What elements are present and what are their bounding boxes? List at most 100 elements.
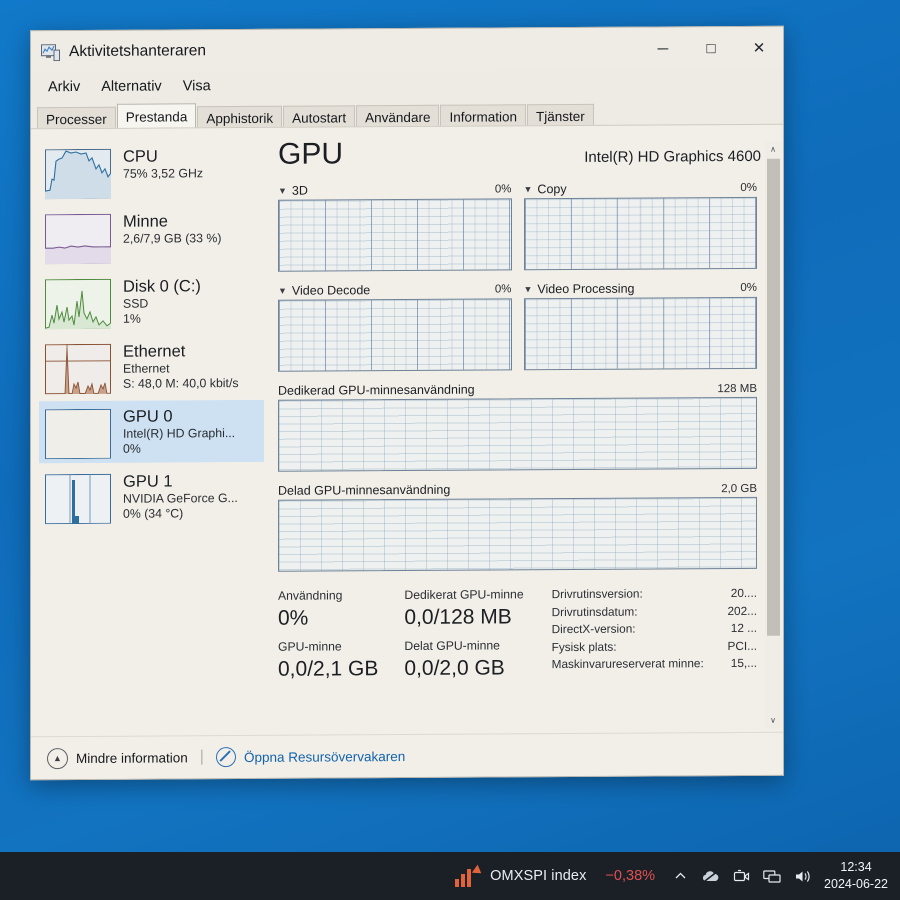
stock-ticker-icon (455, 864, 485, 887)
sidebar-item-minne-line1: 2,6/7,9 GB (33 %) (123, 231, 222, 246)
tab-apphistorik[interactable]: Apphistorik (197, 105, 283, 128)
disk-thumbnail-graph (45, 278, 111, 330)
scrollbar-thumb[interactable] (767, 158, 780, 637)
sidebar-item-ethernet[interactable]: Ethernet Ethernet S: 48,0 M: 40,0 kbit/s (39, 335, 264, 398)
tab-information[interactable]: Information (440, 104, 527, 126)
window-controls: ─ □ ✕ (639, 27, 783, 70)
engine-copy-value: 0% (740, 181, 757, 194)
memory-thumbnail-graph (45, 213, 111, 265)
sidebar-item-gpu0-line1: Intel(R) HD Graphi... (123, 426, 236, 441)
gpu-header: GPU Intel(R) HD Graphics 4600 (278, 135, 783, 172)
sysinfo-directx-key: DirectX-version: (551, 621, 636, 637)
engine-copy-header[interactable]: ▼ Copy 0% (524, 181, 758, 196)
menu-item-arkiv[interactable]: Arkiv (39, 77, 89, 97)
stat-gpu-memory-value: 0,0/2,1 GB (278, 657, 379, 681)
scroll-up-button[interactable]: ∧ (765, 141, 781, 157)
stock-ticker-name: OMXSPI index (490, 868, 587, 884)
sidebar-item-gpu1-line2: 0% (34 °C) (123, 506, 184, 521)
gpu1-thumbnail-graph (45, 473, 111, 525)
engine-video-decode-header[interactable]: ▼ Video Decode 0% (278, 282, 512, 297)
status-bar: ▲ Mindre information | Öppna Resursöverv… (31, 731, 783, 780)
task-manager-icon (41, 43, 60, 61)
clock-time: 12:34 (840, 860, 872, 875)
engine-chart-row-2: ▼ Video Decode 0% ▼ Video Processing 0% (278, 281, 757, 372)
shared-memory-header: Delad GPU-minnesanvändning 2,0 GB (278, 481, 757, 498)
sysinfo-directx-value: 12 ... (730, 620, 757, 636)
engine-video-processing-label: Video Processing (537, 281, 635, 297)
sidebar-item-disk0-text: Disk 0 (C:) SSD 1% (123, 276, 201, 326)
sysinfo-driver-date-value: 202... (727, 603, 757, 618)
engine-video-processing-graph (523, 296, 757, 371)
tab-processer[interactable]: Processer (37, 106, 116, 129)
sidebar-item-cpu[interactable]: CPU 75% 3,52 GHz (39, 140, 264, 203)
shared-memory-block: Delad GPU-minnesanvändning 2,0 GB (278, 481, 757, 572)
gpu-stats: Användning 0% GPU-minne 0,0/2,1 GB Dedik… (278, 585, 783, 690)
gpu-detail-panel: GPU Intel(R) HD Graphics 4600 ▼ 3D 0% ▼ … (264, 125, 783, 735)
sidebar-item-gpu0-text: GPU 0 Intel(R) HD Graphi... 0% (123, 406, 235, 457)
engine-3d-header[interactable]: ▼ 3D 0% (278, 182, 512, 197)
page-title: GPU (278, 137, 344, 171)
sidebar-item-ethernet-text: Ethernet Ethernet S: 48,0 M: 40,0 kbit/s (123, 341, 239, 392)
taskbar: OMXSPI index −0,38% 12:34 2024-06-22 (0, 852, 900, 900)
tab-prestanda[interactable]: Prestanda (116, 103, 197, 128)
sidebar-item-gpu1[interactable]: GPU 1 NVIDIA GeForce G... 0% (34 °C) (39, 465, 264, 528)
close-button[interactable]: ✕ (735, 27, 783, 69)
dedicated-memory-header: Dedikerad GPU-minnesanvändning 128 MB (278, 381, 757, 398)
stock-ticker-delta: −0,38% (605, 868, 656, 884)
sidebar-item-gpu1-line1: NVIDIA GeForce G... (123, 491, 238, 506)
maximize-button[interactable]: □ (687, 27, 735, 69)
chevron-down-icon[interactable]: ▼ (278, 285, 287, 295)
sidebar-item-ethernet-line2: S: 48,0 M: 40,0 kbit/s (123, 376, 239, 391)
stock-ticker-widget[interactable]: OMXSPI index −0,38% (455, 864, 656, 887)
network-icon[interactable] (763, 869, 781, 884)
title-bar: Aktivitetshanteraren ─ □ ✕ (31, 26, 783, 74)
sysinfo-row: Maskinvarureserverat minne: 15,... (552, 655, 757, 674)
sidebar-item-gpu0[interactable]: GPU 0 Intel(R) HD Graphi... 0% (39, 399, 264, 464)
gpu-model-name: Intel(R) HD Graphics 4600 (584, 147, 761, 166)
sidebar-item-cpu-text: CPU 75% 3,52 GHz (123, 146, 203, 181)
chevron-up-icon[interactable] (673, 869, 688, 884)
shared-memory-max: 2,0 GB (721, 482, 757, 496)
cloud-offline-icon[interactable] (701, 869, 720, 884)
sidebar-item-ethernet-title: Ethernet (123, 342, 186, 361)
status-bar-separator: | (199, 748, 204, 766)
chevron-down-icon[interactable]: ▼ (278, 185, 287, 195)
sysinfo-driver-version-value: 20.... (730, 585, 757, 601)
tab-autostart[interactable]: Autostart (283, 105, 356, 127)
clock-date: 2024-06-22 (824, 877, 888, 891)
menu-item-alternativ[interactable]: Alternativ (92, 76, 170, 96)
chevron-down-icon[interactable]: ▼ (524, 184, 533, 194)
stat-utilization-value: 0% (278, 606, 309, 630)
cpu-thumbnail-graph (45, 148, 111, 200)
taskbar-clock[interactable]: 12:34 2024-06-22 (824, 859, 888, 893)
open-resource-monitor-link[interactable]: Öppna Resursövervakaren (244, 749, 405, 765)
minimize-button[interactable]: ─ (639, 27, 687, 69)
sysinfo-row: Fysisk plats: PCI... (552, 637, 757, 656)
camera-icon[interactable] (733, 869, 750, 884)
volume-icon[interactable] (794, 869, 812, 884)
sidebar-item-disk0-title: Disk 0 (C:) (123, 277, 201, 296)
sidebar-item-gpu1-text: GPU 1 NVIDIA GeForce G... 0% (34 °C) (123, 471, 238, 522)
chevron-up-circle-icon[interactable]: ▲ (47, 747, 68, 769)
engine-video-processing-value: 0% (740, 281, 757, 294)
sidebar-item-minne[interactable]: Minne 2,6/7,9 GB (33 %) (39, 205, 264, 268)
engine-video-decode-value: 0% (494, 283, 512, 296)
scrollbar-track[interactable] (765, 157, 781, 712)
resource-monitor-icon[interactable] (215, 747, 236, 768)
sidebar-item-disk0[interactable]: Disk 0 (C:) SSD 1% (39, 270, 264, 333)
menu-item-visa[interactable]: Visa (174, 76, 220, 96)
chevron-down-icon[interactable]: ▼ (524, 284, 533, 294)
sidebar-item-minne-text: Minne 2,6/7,9 GB (33 %) (123, 211, 221, 247)
stat-gpu-memory-label: GPU-minne (278, 639, 342, 654)
sysinfo-row: Drivrutinsdatum: 202... (552, 602, 757, 621)
tab-tjanster[interactable]: Tjänster (527, 103, 594, 126)
less-information-label[interactable]: Mindre information (76, 750, 188, 766)
sysinfo-row: DirectX-version: 12 ... (552, 620, 757, 639)
engine-video-processing-header[interactable]: ▼ Video Processing 0% (524, 281, 758, 297)
scroll-down-button[interactable]: ∨ (765, 712, 781, 728)
tab-anvandare[interactable]: Användare (356, 104, 440, 127)
engine-video-decode-label: Video Decode (291, 283, 371, 298)
sysinfo-driver-date-key: Drivrutinsdatum: (551, 604, 638, 619)
vertical-scrollbar[interactable]: ∧ ∨ (765, 140, 781, 728)
engine-chart-row-1: ▼ 3D 0% ▼ Copy 0% (278, 181, 757, 272)
